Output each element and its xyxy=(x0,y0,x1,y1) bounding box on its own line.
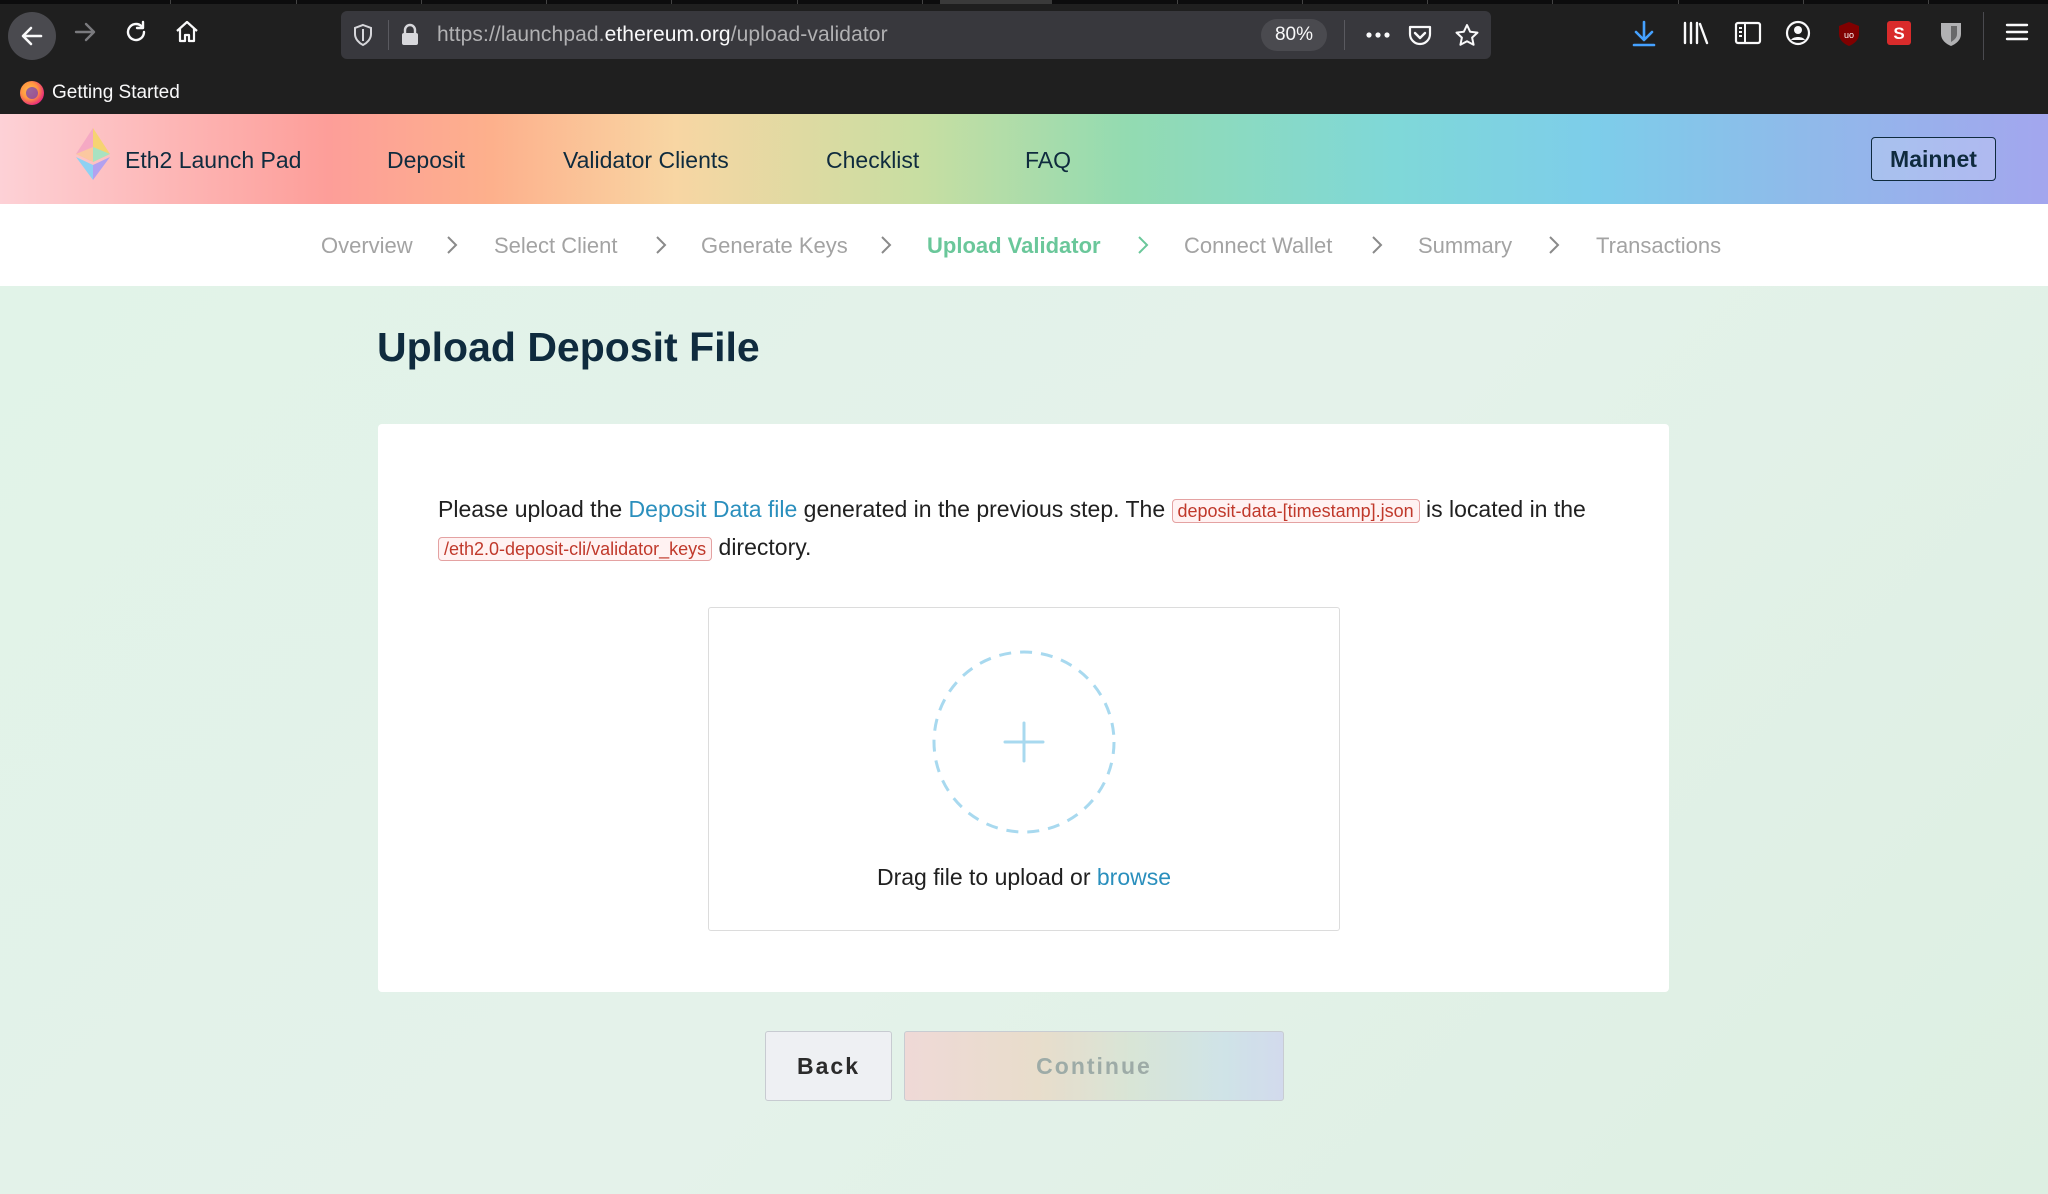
library-icon[interactable] xyxy=(1682,20,1710,46)
add-file-icon[interactable] xyxy=(931,649,1117,835)
url-bar[interactable]: https://launchpad.ethereum.org/upload-va… xyxy=(341,11,1491,59)
firefox-icon xyxy=(20,81,44,105)
account-icon[interactable] xyxy=(1785,20,1811,46)
browse-link[interactable]: browse xyxy=(1097,864,1171,890)
nav-deposit[interactable]: Deposit xyxy=(387,147,465,174)
tracking-shield-icon[interactable] xyxy=(351,23,375,47)
page-title: Upload Deposit File xyxy=(377,324,760,370)
code-deposit-data-filename: deposit-data-[timestamp].json xyxy=(1171,499,1420,523)
brand-name[interactable]: Eth2 Launch Pad xyxy=(125,147,301,174)
chevron-right-icon xyxy=(1372,236,1383,254)
chevron-right-icon xyxy=(656,236,667,254)
pocket-icon[interactable] xyxy=(1407,23,1433,47)
continue-button[interactable]: Continue xyxy=(904,1031,1284,1101)
tab-strip xyxy=(0,0,2048,4)
home-icon xyxy=(176,20,198,43)
bookmarks-bar: Getting Started xyxy=(0,72,2048,114)
step-select-client: Select Client xyxy=(494,233,618,258)
step-generate-keys: Generate Keys xyxy=(701,233,848,258)
home-button[interactable] xyxy=(167,12,207,52)
active-tab[interactable] xyxy=(940,0,1052,4)
svg-text:S: S xyxy=(1893,24,1904,43)
reload-button[interactable] xyxy=(116,12,156,52)
chevron-right-icon xyxy=(1138,236,1149,254)
ethereum-logo-icon[interactable] xyxy=(76,128,110,180)
progress-stepper: Overview Select Client Generate Keys Upl… xyxy=(0,204,2048,286)
zoom-indicator[interactable]: 80% xyxy=(1261,19,1327,51)
upload-instructions: Please upload the Deposit Data file gene… xyxy=(438,496,1586,561)
dropzone-label: Drag file to upload or browse xyxy=(876,864,1172,890)
nav-faq[interactable]: FAQ xyxy=(1025,147,1071,174)
bookmark-getting-started[interactable]: Getting Started xyxy=(20,78,180,108)
bitwarden-shield-icon[interactable] xyxy=(1938,20,1964,48)
step-connect-wallet: Connect Wallet xyxy=(1184,233,1333,258)
menu-hamburger-icon[interactable] xyxy=(2004,20,2030,44)
chevron-right-icon xyxy=(881,236,892,254)
code-validator-keys-path: /eth2.0-deposit-cli/validator_keys xyxy=(438,537,713,561)
step-overview: Overview xyxy=(321,233,413,258)
more-actions-icon[interactable] xyxy=(1364,23,1392,47)
deposit-data-file-link[interactable]: Deposit Data file xyxy=(629,496,798,522)
step-summary: Summary xyxy=(1418,233,1513,258)
site-header: Eth2 Launch Pad Deposit Validator Client… xyxy=(0,114,2048,204)
back-step-button[interactable]: Back xyxy=(765,1031,892,1101)
svg-text:uo: uo xyxy=(1844,30,1854,40)
arrow-right-icon xyxy=(74,22,96,42)
browser-toolbar: https://launchpad.ethereum.org/upload-va… xyxy=(0,0,2048,72)
step-transactions: Transactions xyxy=(1596,233,1722,258)
forward-button[interactable] xyxy=(65,12,105,52)
lock-icon[interactable] xyxy=(399,23,421,47)
downloads-icon[interactable] xyxy=(1631,20,1657,48)
extension-s-icon[interactable]: S xyxy=(1886,20,1912,46)
sidebar-icon[interactable] xyxy=(1734,20,1762,46)
back-button[interactable] xyxy=(8,12,56,60)
network-button[interactable]: Mainnet xyxy=(1871,137,1996,181)
nav-validator-clients[interactable]: Validator Clients xyxy=(563,147,729,174)
arrow-left-icon xyxy=(21,26,43,46)
url-text[interactable]: https://launchpad.ethereum.org/upload-va… xyxy=(437,23,888,47)
bookmark-star-icon[interactable] xyxy=(1454,23,1480,47)
chevron-right-icon xyxy=(447,236,458,254)
chevron-right-icon xyxy=(1549,236,1560,254)
step-upload-validator: Upload Validator xyxy=(927,233,1101,258)
ublock-origin-icon[interactable]: uo xyxy=(1836,20,1862,48)
nav-checklist[interactable]: Checklist xyxy=(826,147,919,174)
reload-icon xyxy=(126,20,146,42)
